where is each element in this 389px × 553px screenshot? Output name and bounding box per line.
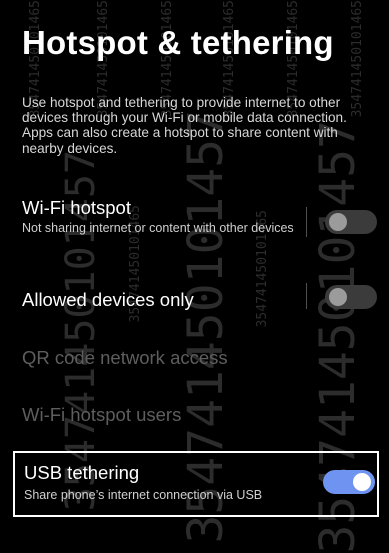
setting-wifi-hotspot-users: Wi-Fi hotspot users bbox=[22, 404, 182, 425]
setting-qr-code-network-access: QR code network access bbox=[22, 347, 228, 368]
usb-tethering-toggle[interactable] bbox=[323, 470, 375, 494]
page-title: Hotspot & tethering bbox=[22, 24, 334, 61]
toggle-knob bbox=[353, 473, 371, 491]
page-description: Use hotspot and tethering to provide int… bbox=[22, 95, 347, 156]
hotspot-settings-screen: Hotspot & tethering Use hotspot and teth… bbox=[0, 0, 389, 526]
setting-usb-tethering[interactable]: USB tethering Share phone’s internet con… bbox=[13, 451, 379, 517]
toggle-knob bbox=[329, 213, 347, 231]
allowed-devices-toggle[interactable] bbox=[325, 285, 377, 309]
wifi-hotspot-summary: Not sharing internet or content with oth… bbox=[22, 221, 294, 235]
divider bbox=[306, 283, 307, 309]
toggle-knob bbox=[329, 288, 347, 306]
divider bbox=[306, 207, 307, 237]
usb-tethering-label: USB tethering bbox=[24, 462, 140, 483]
wifi-hotspot-label: Wi-Fi hotspot bbox=[22, 197, 131, 218]
allowed-devices-label: Allowed devices only bbox=[22, 289, 194, 310]
wifi-hotspot-toggle[interactable] bbox=[325, 210, 377, 234]
usb-tethering-summary: Share phone’s internet connection via US… bbox=[24, 488, 263, 502]
